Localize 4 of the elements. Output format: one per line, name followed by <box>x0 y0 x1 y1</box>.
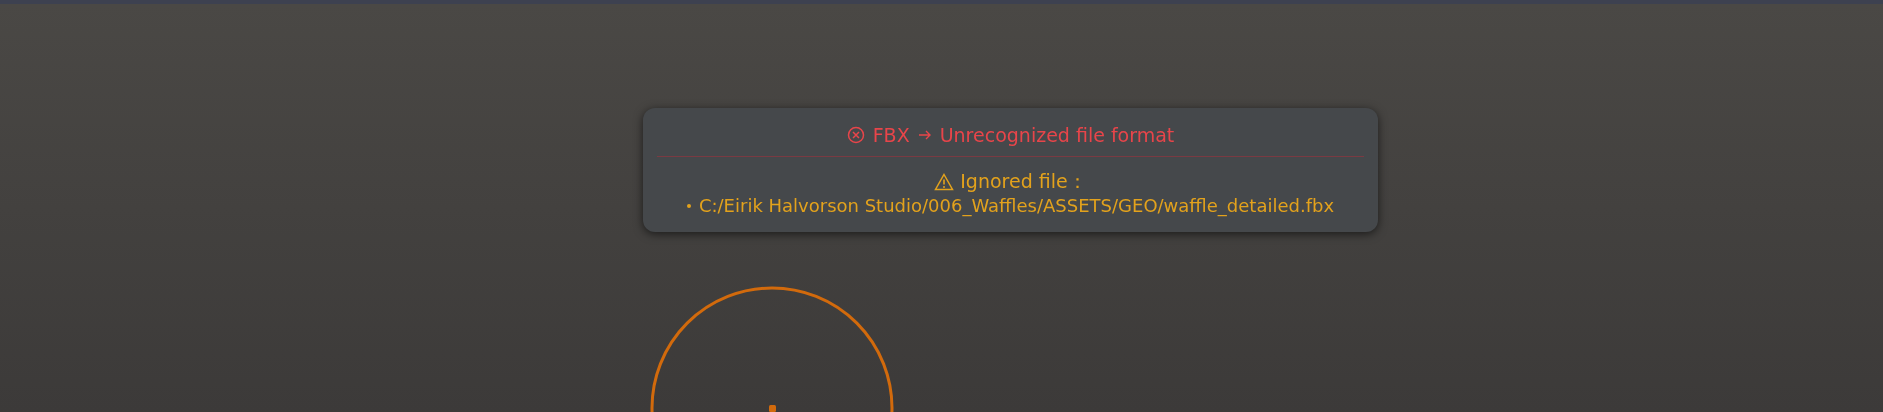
warning-label: Ignored file： <box>960 169 1087 194</box>
file-path: C:/Eirik Halvorson Studio/006_Waffles/ASSETS/GEO/waffle_detailed.fbx <box>698 195 1335 216</box>
error-format: FBX <box>872 124 910 146</box>
error-message: Unrecognized file format <box>939 124 1175 146</box>
